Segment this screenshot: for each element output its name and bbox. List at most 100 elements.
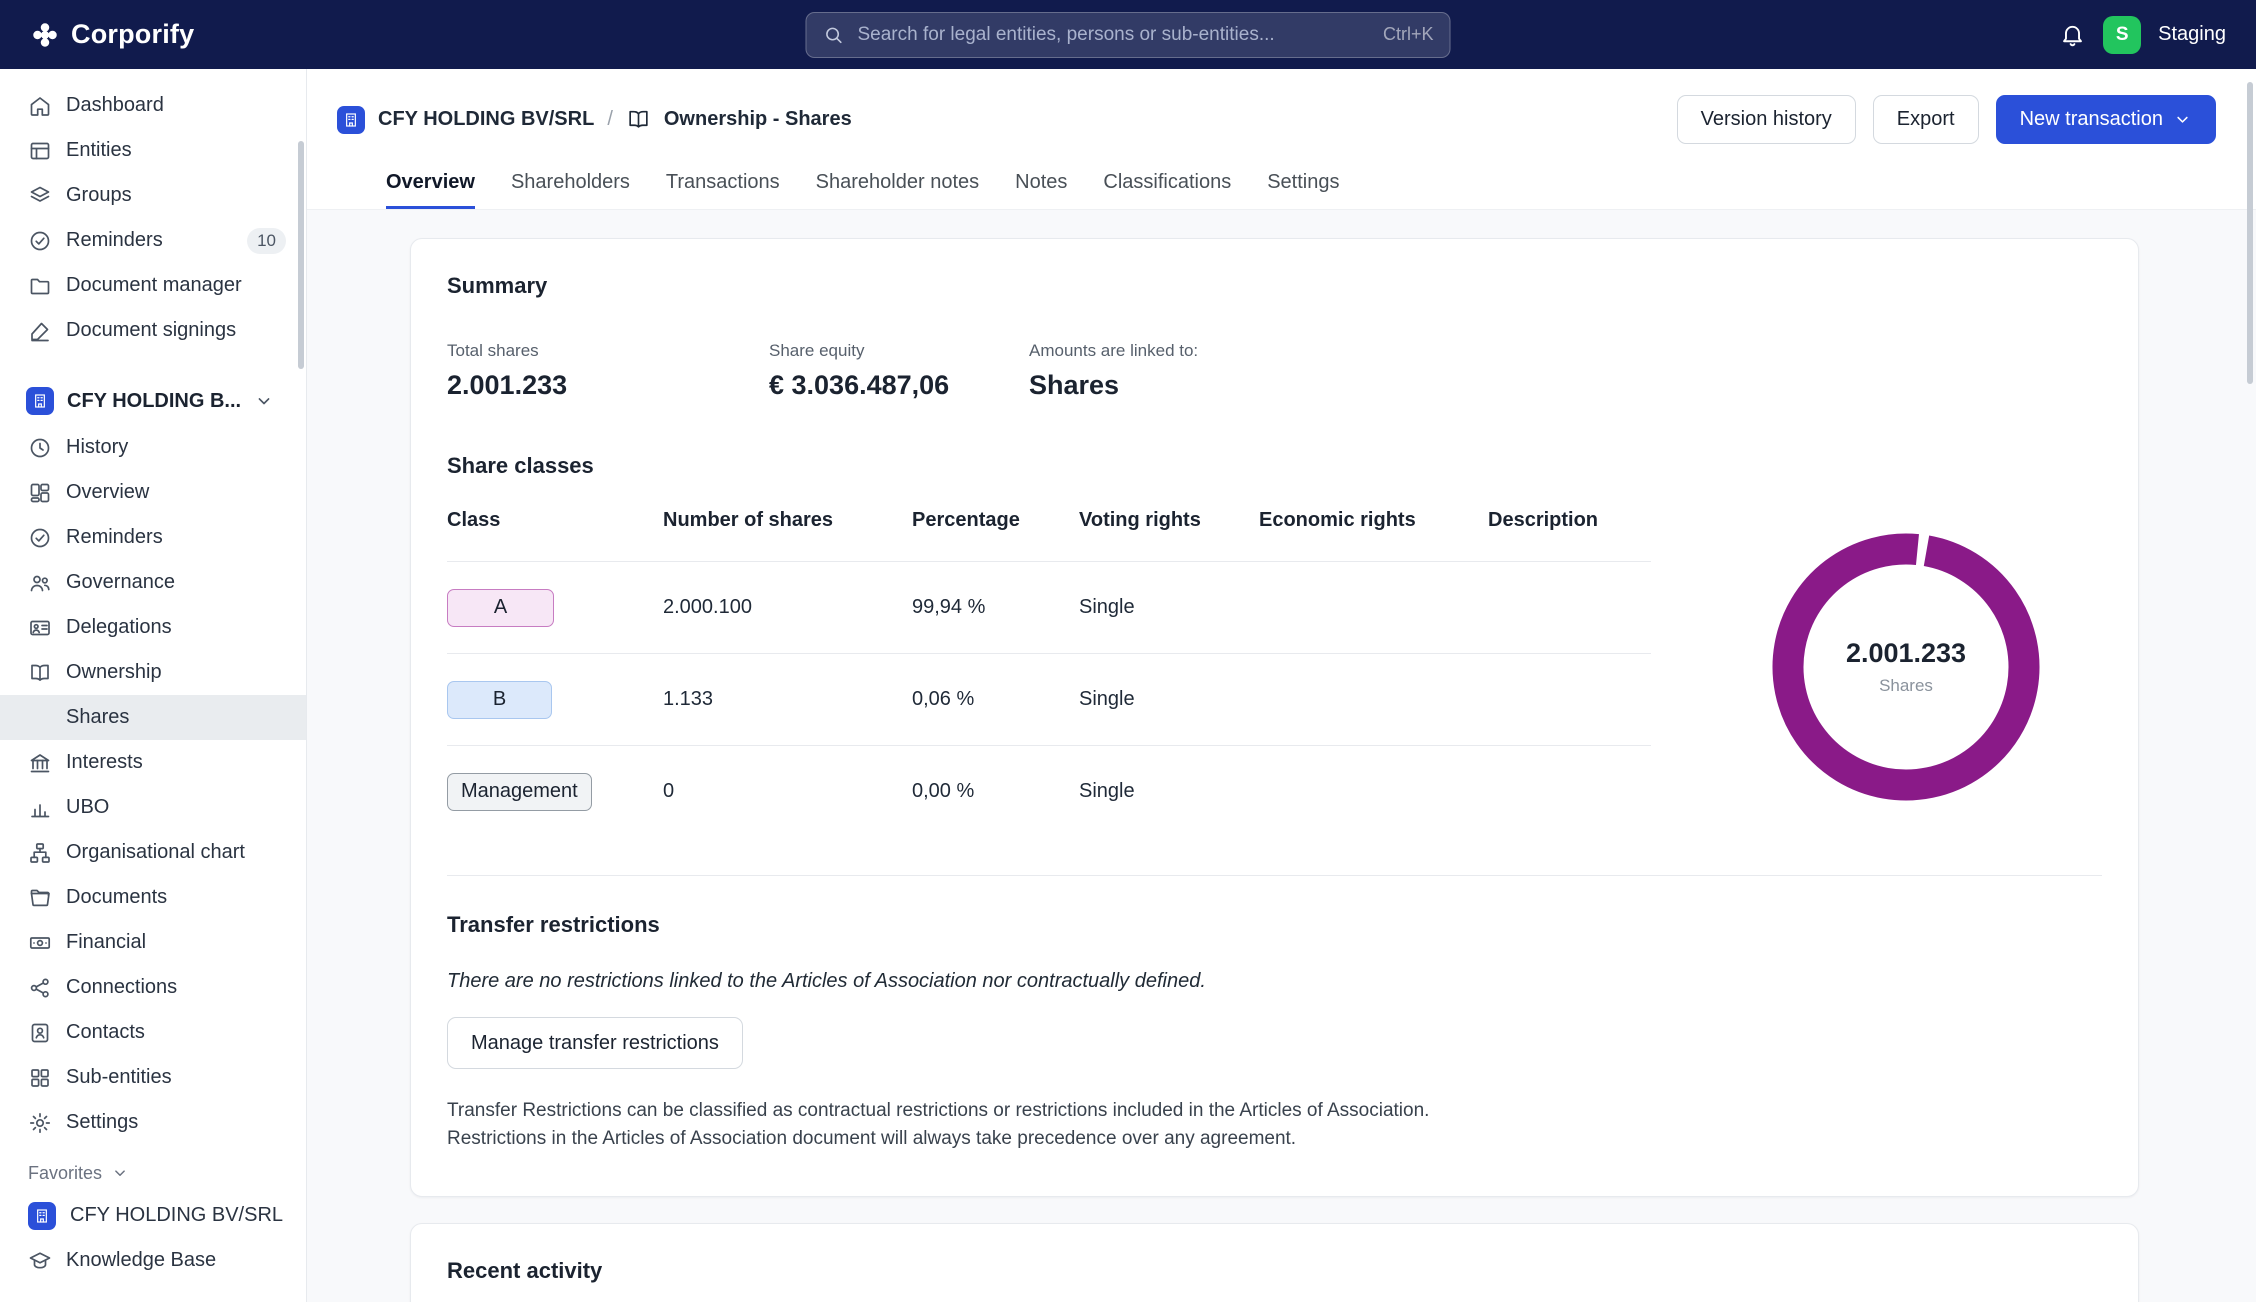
sidebar-item-documents[interactable]: Documents	[0, 875, 306, 920]
entity-name: CFY HOLDING B...	[67, 390, 241, 413]
tab-notes[interactable]: Notes	[1015, 171, 1067, 209]
entity-icon	[337, 106, 365, 134]
breadcrumb: CFY HOLDING BV/SRL / Ownership - Shares	[337, 106, 852, 134]
cell-percentage: 99,94 %	[912, 596, 1079, 619]
tab-overview[interactable]: Overview	[386, 171, 475, 209]
summary-card: Summary Total shares 2.001.233 Share equ…	[410, 238, 2139, 1197]
topbar: Corporify Ctrl+K S Staging	[0, 0, 2256, 69]
stat-label: Share equity	[769, 341, 1029, 361]
stat-label: Total shares	[447, 341, 769, 361]
sidebar-label: Governance	[66, 571, 175, 594]
sidebar-item-overview[interactable]: Overview	[0, 470, 306, 515]
export-button[interactable]: Export	[1873, 95, 1979, 144]
chevron-down-icon	[111, 1164, 129, 1182]
sidebar-scrollbar[interactable]	[298, 141, 304, 369]
entity-icon	[26, 387, 54, 415]
column-header: Voting rights	[1079, 509, 1259, 532]
tab-shareholder-notes[interactable]: Shareholder notes	[816, 171, 979, 209]
sidebar-item-ownership[interactable]: Ownership	[0, 650, 306, 695]
corporify-logo-icon	[30, 20, 60, 50]
sidebar-item-entities[interactable]: Entities	[0, 128, 306, 173]
tab-classifications[interactable]: Classifications	[1103, 171, 1231, 209]
bell-icon	[2059, 21, 2086, 48]
sidebar-item-financial[interactable]: Financial	[0, 920, 306, 965]
sidebar-label: Reminders	[66, 229, 163, 252]
entity-icon	[28, 1202, 56, 1230]
transfer-restrictions-note: There are no restrictions linked to the …	[447, 970, 2102, 993]
tab-settings[interactable]: Settings	[1267, 171, 1339, 209]
sidebar-label: Documents	[66, 886, 167, 909]
sidebar-label: Financial	[66, 931, 146, 954]
sidebar-item-dashboard[interactable]: Dashboard	[0, 83, 306, 128]
sidebar-item-document-signings[interactable]: Document signings	[0, 308, 306, 353]
page-scrollbar[interactable]	[2247, 82, 2253, 384]
sidebar-item-shares[interactable]: Shares	[0, 695, 306, 740]
main-area: CFY HOLDING BV/SRL / Ownership - Shares …	[307, 69, 2256, 1302]
sidebar-label: Shares	[66, 706, 129, 729]
table-row: Management 0 0,00 % Single	[447, 745, 1651, 837]
sidebar-item-reminders[interactable]: Reminders 10	[0, 218, 306, 263]
column-header: Description	[1488, 509, 1651, 532]
transfer-restrictions-title: Transfer restrictions	[447, 912, 2102, 938]
cell-shares: 2.000.100	[663, 596, 912, 619]
brand[interactable]: Corporify	[30, 19, 194, 50]
breadcrumb-entity[interactable]: CFY HOLDING BV/SRL	[378, 108, 594, 131]
tab-transactions[interactable]: Transactions	[666, 171, 780, 209]
sidebar-favorites-header[interactable]: Favorites	[0, 1153, 306, 1193]
recent-activity-title: Recent activity	[447, 1258, 2102, 1284]
sidebar-label: Connections	[66, 976, 177, 999]
sidebar-item-organisational-chart[interactable]: Organisational chart	[0, 830, 306, 875]
search-shortcut: Ctrl+K	[1383, 24, 1434, 45]
sidebar-item-ubo[interactable]: UBO	[0, 785, 306, 830]
search-input[interactable]	[858, 24, 1370, 46]
sidebar-item-knowledge-base[interactable]: Knowledge Base	[0, 1238, 306, 1283]
sidebar-item-interests[interactable]: Interests	[0, 740, 306, 785]
sidebar-label: Document signings	[66, 319, 236, 342]
column-header: Economic rights	[1259, 509, 1488, 532]
sidebar-item-groups[interactable]: Groups	[0, 173, 306, 218]
signature-icon	[28, 319, 52, 343]
page-header: CFY HOLDING BV/SRL / Ownership - Shares …	[307, 69, 2256, 209]
sidebar-item-delegations[interactable]: Delegations	[0, 605, 306, 650]
summary-stats: Total shares 2.001.233 Share equity € 3.…	[447, 341, 2102, 401]
recent-activity-card: Recent activity	[410, 1223, 2139, 1302]
sidebar-label: Reminders	[66, 526, 163, 549]
sidebar-item-sub-entities[interactable]: Sub-entities	[0, 1055, 306, 1100]
sidebar: Dashboard Entities Groups Reminders 10 D…	[0, 69, 307, 1302]
sidebar-favorite-cfy-holding[interactable]: CFY HOLDING BV/SRL	[0, 1193, 306, 1238]
manage-transfer-restrictions-button[interactable]: Manage transfer restrictions	[447, 1017, 743, 1069]
sidebar-item-contacts[interactable]: Contacts	[0, 1010, 306, 1055]
sidebar-label: Overview	[66, 481, 149, 504]
bank-icon	[28, 751, 52, 775]
tab-shareholders[interactable]: Shareholders	[511, 171, 630, 209]
sidebar-item-entity-reminders[interactable]: Reminders	[0, 515, 306, 560]
sidebar-entity-switcher[interactable]: CFY HOLDING B...	[0, 377, 306, 425]
avatar[interactable]: S	[2103, 16, 2141, 54]
cell-percentage: 0,06 %	[912, 688, 1079, 711]
folder-icon	[28, 274, 52, 298]
favorites-label: Favorites	[28, 1163, 102, 1184]
gear-icon	[28, 1111, 52, 1135]
column-header: Percentage	[912, 509, 1079, 532]
sidebar-label: Knowledge Base	[66, 1249, 216, 1272]
sidebar-item-settings[interactable]: Settings	[0, 1100, 306, 1145]
sidebar-item-connections[interactable]: Connections	[0, 965, 306, 1010]
sidebar-item-document-manager[interactable]: Document manager	[0, 263, 306, 308]
sidebar-item-governance[interactable]: Governance	[0, 560, 306, 605]
layers-icon	[28, 184, 52, 208]
total-shares-value: 2.001.233	[447, 370, 769, 401]
squares-icon	[28, 1066, 52, 1090]
column-header: Number of shares	[663, 509, 912, 532]
notifications-button[interactable]	[2059, 21, 2086, 48]
table-header: Class Number of shares Percentage Voting…	[447, 505, 1651, 561]
sidebar-label: Settings	[66, 1111, 138, 1134]
share-classes-donut-chart: 2.001.233 Shares	[1772, 533, 2040, 801]
global-search[interactable]: Ctrl+K	[806, 12, 1451, 58]
chevron-down-icon	[254, 391, 274, 411]
version-history-button[interactable]: Version history	[1677, 95, 1856, 144]
new-transaction-button[interactable]: New transaction	[1996, 95, 2216, 144]
donut-total: 2.001.233	[1846, 638, 1966, 669]
cell-voting: Single	[1079, 780, 1259, 803]
breadcrumb-separator: /	[607, 108, 613, 131]
sidebar-item-history[interactable]: History	[0, 425, 306, 470]
